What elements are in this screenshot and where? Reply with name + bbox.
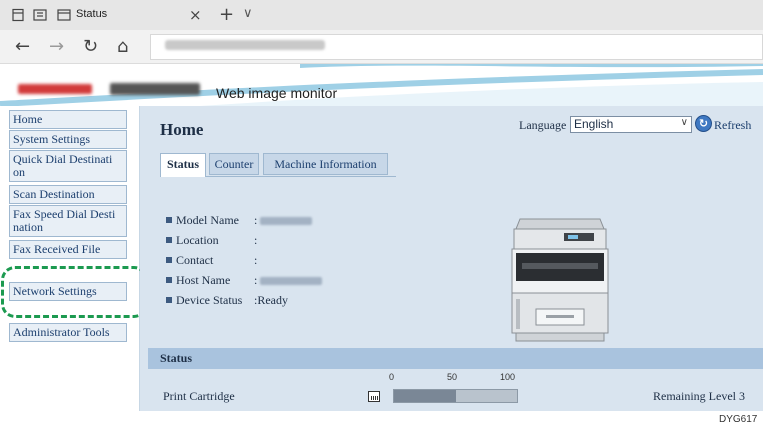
tabs-aside-icon[interactable] bbox=[33, 8, 47, 22]
refresh-link[interactable]: Refresh bbox=[714, 118, 751, 133]
host-name-redacted bbox=[260, 277, 323, 286]
network-settings-highlight bbox=[1, 266, 148, 318]
home-icon[interactable]: ⌂ bbox=[117, 36, 128, 57]
sidebar-item-fax-received-file[interactable]: Fax Received File bbox=[9, 240, 127, 259]
sidebar-item-fax-speed-dial-destination[interactable]: Fax Speed Dial Desti nation bbox=[9, 205, 127, 237]
bullet-icon bbox=[166, 217, 172, 223]
bullet-icon bbox=[166, 297, 172, 303]
printer-image bbox=[511, 218, 609, 342]
scale-tick-50: 50 bbox=[447, 372, 458, 382]
tab-status[interactable]: Status bbox=[160, 153, 206, 177]
scale-tick-100: 100 bbox=[500, 372, 516, 382]
refresh-icon[interactable]: ↻ bbox=[695, 115, 712, 132]
toner-icon bbox=[368, 391, 380, 402]
tab-machine-information[interactable]: Machine Information bbox=[263, 153, 388, 175]
main-content: Home Language English ∨ ↻ Refresh Status… bbox=[140, 106, 763, 411]
back-icon[interactable]: ← bbox=[15, 36, 30, 57]
sidebar-item-system-settings[interactable]: System Settings bbox=[9, 130, 127, 149]
bullet-icon bbox=[166, 237, 172, 243]
info-row-device-status: Device Status:Ready bbox=[166, 293, 288, 308]
address-bar[interactable] bbox=[150, 34, 763, 60]
tab-counter[interactable]: Counter bbox=[209, 153, 259, 175]
model-logo bbox=[110, 83, 200, 95]
page-banner: Web image monitor bbox=[0, 64, 763, 106]
print-cartridge-label: Print Cartridge bbox=[163, 389, 235, 403]
remaining-level-text: Remaining Level 3 bbox=[653, 389, 745, 403]
new-tab-icon[interactable]: + bbox=[219, 4, 234, 25]
address-text-redacted bbox=[165, 40, 325, 50]
sidebar: Home System Settings Quick Dial Destinat… bbox=[0, 106, 140, 411]
sidebar-item-home[interactable]: Home bbox=[9, 110, 127, 129]
print-cartridge-level-bar bbox=[393, 389, 518, 403]
brand-logo bbox=[18, 84, 92, 94]
reload-icon[interactable]: ↻ bbox=[83, 36, 98, 57]
page-tab-icon bbox=[57, 9, 71, 21]
info-row-location: Location: bbox=[166, 233, 257, 248]
print-cartridge-level-fill bbox=[394, 390, 456, 402]
language-label: Language bbox=[519, 118, 567, 132]
language-select[interactable]: English ∨ bbox=[570, 116, 692, 133]
language-value: English bbox=[574, 117, 614, 131]
scale-tick-0: 0 bbox=[389, 372, 395, 382]
device-status-value: Ready bbox=[257, 293, 288, 307]
info-row-model-name: Model Name: bbox=[166, 213, 313, 228]
chevron-down-icon: ∨ bbox=[680, 117, 688, 128]
bullet-icon bbox=[166, 277, 172, 283]
tab-list-icon[interactable] bbox=[11, 8, 25, 22]
info-row-host-name: Host Name: bbox=[166, 273, 323, 288]
sidebar-item-quick-dial-destination[interactable]: Quick Dial Destinati on bbox=[9, 150, 127, 182]
browser-tab-bar: Status × + ∨ bbox=[0, 0, 763, 30]
sidebar-item-administrator-tools[interactable]: Administrator Tools bbox=[9, 323, 127, 342]
browser-nav-bar: ← → ↻ ⌂ bbox=[0, 30, 763, 64]
figure-caption: DYG617 bbox=[719, 414, 758, 425]
tab-close-icon[interactable]: × bbox=[189, 6, 202, 24]
model-name-redacted bbox=[260, 217, 313, 226]
info-row-contact: Contact: bbox=[166, 253, 257, 268]
tab-title[interactable]: Status bbox=[76, 8, 107, 20]
page-title: Home bbox=[160, 120, 204, 139]
tab-menu-chevron-icon[interactable]: ∨ bbox=[243, 6, 253, 21]
status-section-header: Status bbox=[148, 348, 763, 369]
sidebar-item-scan-destination[interactable]: Scan Destination bbox=[9, 185, 127, 204]
page-tabs: Status Counter Machine Information bbox=[160, 153, 396, 177]
forward-icon[interactable]: → bbox=[49, 36, 64, 57]
bullet-icon bbox=[166, 257, 172, 263]
app-title: Web image monitor bbox=[216, 85, 338, 101]
